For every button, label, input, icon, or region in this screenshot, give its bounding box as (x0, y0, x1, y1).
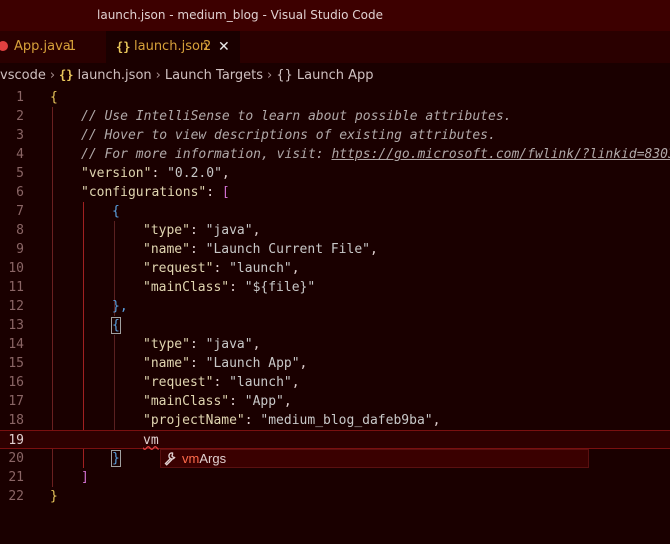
wrench-icon (163, 450, 177, 467)
chevron-right-icon: › (155, 68, 161, 83)
code-line: 6 "configurations": [ (16, 185, 230, 200)
code-line: 9 "name": "Launch Current File", (16, 242, 378, 257)
tab-bar: App.java 1 {} launch.json 2 ✕ (0, 31, 670, 63)
error-dot-icon (0, 41, 8, 51)
code-line: 17 "mainClass": "App", (8, 394, 292, 409)
problem-count: 1 (68, 39, 77, 54)
fwlink-link[interactable]: https://go.microsoft.com/fwlink/?linkid=… (331, 147, 670, 162)
breadcrumb-item-launch-targets[interactable]: Launch Targets (165, 63, 263, 88)
breadcrumb: vscode ›{} launch.json › Launch Targets ›{} L… (0, 63, 670, 88)
code-line: 4// For more information, visit: https:/… (0, 145, 670, 164)
code-line: 22} (8, 489, 58, 504)
matched-bracket: { (111, 317, 121, 334)
code-line: 16 "request": "launch", (8, 375, 300, 390)
matched-bracket: } (111, 450, 121, 467)
breadcrumb-item-file[interactable]: {} launch.json (59, 63, 152, 88)
suggestion-item-vmargs[interactable]: vmArgs (182, 450, 226, 467)
code-line: 12}, (8, 299, 128, 314)
code-line: 5 "version": "0.2.0", (16, 166, 230, 181)
code-editor[interactable]: 1{ 2// Use IntelliSense to learn about p… (0, 88, 670, 544)
code-line: 1{ (16, 90, 58, 105)
current-line[interactable]: 19 vm (0, 430, 670, 449)
title-bar: launch.json - medium_blog - Visual Studi… (0, 0, 670, 31)
close-icon[interactable]: ✕ (218, 31, 230, 63)
window-title: launch.json - medium_blog - Visual Studi… (97, 8, 383, 22)
code-line: 18 "projectName": "medium_blog_dafeb9ba", (8, 413, 441, 428)
code-line: 2// Use IntelliSense to learn about poss… (16, 109, 512, 124)
code-line: 11 "mainClass": "${file}" (8, 280, 316, 295)
breadcrumb-item-folder[interactable]: vscode (0, 63, 46, 88)
json-braces-icon: {} (116, 40, 131, 54)
code-line: 14 "type": "java", (8, 337, 261, 352)
code-line: 3// Hover to view descriptions of existi… (16, 128, 496, 143)
tab-label: launch.json (134, 39, 209, 54)
chevron-right-icon: › (267, 68, 273, 83)
code-line: 10 "request": "launch", (8, 261, 300, 276)
typed-text: vm (143, 433, 159, 448)
suggestion-widget[interactable]: vmArgs (160, 449, 589, 468)
tab-label: App.java (14, 39, 71, 54)
tab-app-java[interactable]: App.java 1 (0, 31, 106, 63)
breadcrumb-item-launch-app[interactable]: {} Launch App (276, 63, 373, 88)
code-line: 7{ (16, 204, 120, 219)
chevron-right-icon: › (49, 68, 56, 83)
code-line: 15 "name": "Launch App", (8, 356, 308, 371)
code-line: 21] (8, 470, 89, 485)
json-braces-icon: {} (59, 68, 74, 82)
tab-launch-json[interactable]: {} launch.json 2 ✕ (106, 31, 240, 63)
breadcrumb-file-label: launch.json (77, 68, 152, 83)
code-line: 13{ (8, 317, 121, 334)
code-line: 8 "type": "java", (16, 223, 261, 238)
problem-count: 2 (203, 39, 212, 54)
